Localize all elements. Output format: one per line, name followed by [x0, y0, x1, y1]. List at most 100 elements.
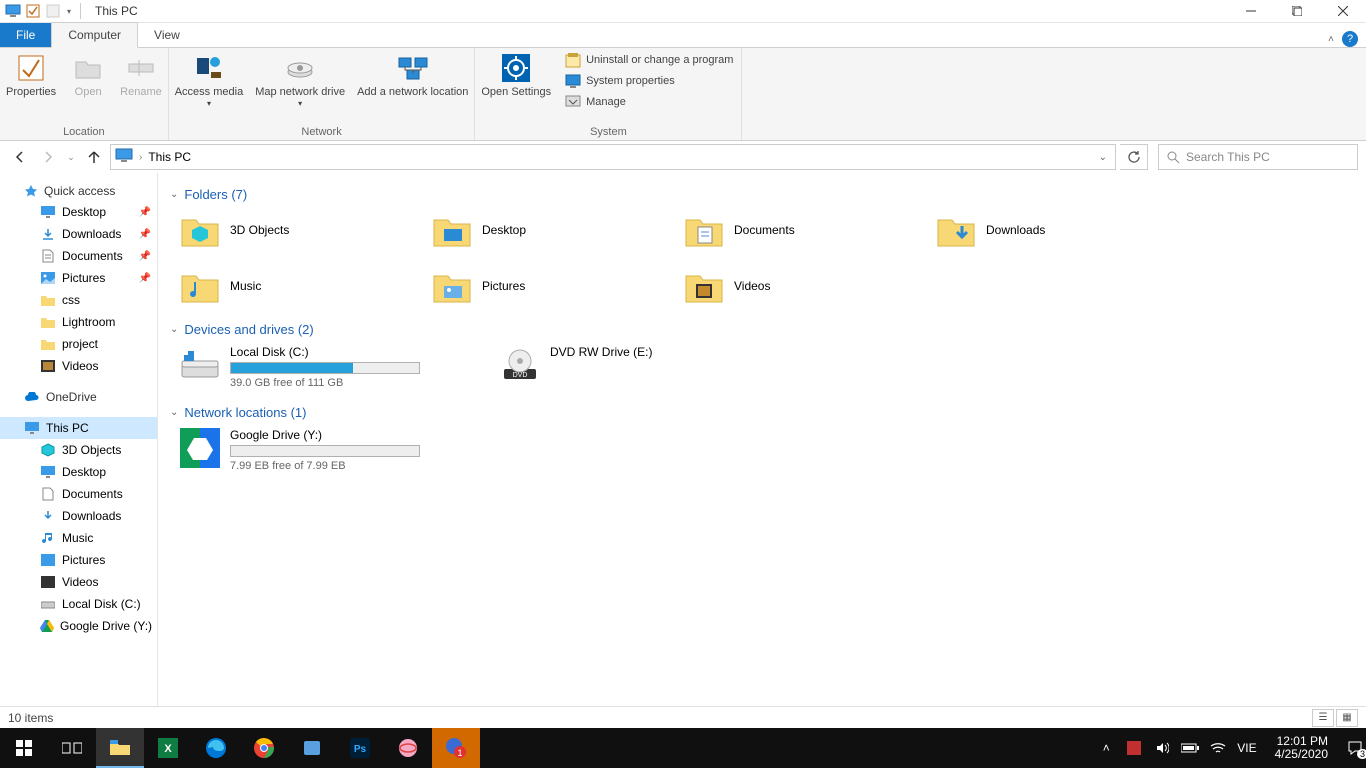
uninstall-button[interactable]: Uninstall or change a program [561, 50, 737, 70]
sidebar-item-onedrive[interactable]: OneDrive [0, 387, 157, 407]
ribbon-tabs: File Computer View ˄ ? [0, 23, 1366, 48]
folder-downloads[interactable]: Downloads [936, 210, 1188, 250]
folder-desktop[interactable]: Desktop [432, 210, 684, 250]
start-button[interactable] [0, 728, 48, 768]
properties-button[interactable]: Properties [0, 48, 62, 125]
sidebar-item-3d-objects[interactable]: 3D Objects [0, 439, 157, 461]
folder-documents[interactable]: Documents [684, 210, 936, 250]
system-properties-button[interactable]: System properties [561, 71, 737, 91]
folder-pictures[interactable]: Pictures [432, 266, 684, 306]
task-view-button[interactable] [48, 728, 96, 768]
tray-expand-icon[interactable]: ˄ [1097, 739, 1115, 757]
taskbar-excel[interactable]: X [144, 728, 192, 768]
ribbon-collapse-icon[interactable]: ˄ [1328, 34, 1334, 45]
add-network-location-button[interactable]: Add a network location [351, 48, 474, 125]
taskbar-photoshop[interactable]: Ps [336, 728, 384, 768]
address-dropdown-icon[interactable]: ⌄ [1095, 152, 1111, 163]
manage-button[interactable]: Manage [561, 92, 737, 112]
document-icon [40, 248, 56, 264]
tray-ime[interactable]: VIE [1237, 741, 1256, 755]
tray-battery-icon[interactable] [1181, 739, 1199, 757]
help-icon[interactable]: ? [1342, 31, 1358, 47]
document-icon [40, 486, 56, 502]
ribbon: Properties Open Rename Location Access m… [0, 48, 1366, 141]
breadcrumb[interactable]: This PC [148, 150, 191, 164]
drive-dvd[interactable]: DVD DVD RW Drive (E:) [500, 345, 750, 389]
drive-local-disk[interactable]: Local Disk (C:) 39.0 GB free of 111 GB [180, 345, 430, 389]
section-folders[interactable]: ⌄ Folders (7) [168, 181, 1356, 208]
taskbar-edge[interactable] [192, 728, 240, 768]
recent-locations-button[interactable]: ⌄ [64, 145, 78, 169]
access-media-button[interactable]: Access media▾ [169, 48, 249, 125]
drive-icon [40, 596, 56, 612]
sidebar[interactable]: Quick access Desktop📌 Downloads📌 Documen… [0, 173, 158, 706]
sidebar-item-quick-access[interactable]: Quick access [0, 181, 157, 201]
sidebar-item-local-disk[interactable]: Local Disk (C:) [0, 593, 157, 615]
drive-google-drive[interactable]: Google Drive (Y:) 7.99 EB free of 7.99 E… [180, 428, 430, 472]
view-details-button[interactable]: ☰ [1312, 709, 1334, 727]
sidebar-item-documents[interactable]: Documents📌 [0, 245, 157, 267]
tray-security-icon[interactable] [1125, 739, 1143, 757]
minimize-button[interactable] [1228, 0, 1274, 23]
taskbar-chrome[interactable] [240, 728, 288, 768]
sidebar-item-music[interactable]: Music [0, 527, 157, 549]
taskbar-explorer[interactable] [96, 728, 144, 768]
open-settings-button[interactable]: Open Settings [475, 48, 557, 125]
sidebar-item-documents-pc[interactable]: Documents [0, 483, 157, 505]
tab-view[interactable]: View [138, 23, 196, 47]
sidebar-item-desktop-pc[interactable]: Desktop [0, 461, 157, 483]
tab-computer[interactable]: Computer [51, 22, 138, 48]
sidebar-item-videos-pc[interactable]: Videos [0, 571, 157, 593]
folder-icon [40, 314, 56, 330]
taskbar-app-blue[interactable] [288, 728, 336, 768]
search-input[interactable]: Search This PC [1158, 144, 1358, 170]
section-network-locations[interactable]: ⌄ Network locations (1) [168, 399, 1356, 426]
view-tiles-button[interactable]: ▦ [1336, 709, 1358, 727]
taskbar-app-pink[interactable] [384, 728, 432, 768]
map-drive-button[interactable]: Map network drive▾ [249, 48, 351, 125]
star-icon [24, 184, 38, 198]
sidebar-item-css[interactable]: css [0, 289, 157, 311]
folder-icon [40, 336, 56, 352]
tray-wifi-icon[interactable] [1209, 739, 1227, 757]
taskbar-app-alert[interactable]: 1 [432, 728, 480, 768]
tray-clock[interactable]: 12:01 PM 4/25/2020 [1267, 735, 1336, 761]
pin-icon: 📌 [139, 251, 151, 262]
download-icon [40, 226, 56, 242]
nav-row: ⌄ › This PC ⌄ Search This PC [0, 141, 1366, 173]
sidebar-item-videos-qa[interactable]: Videos [0, 355, 157, 377]
close-button[interactable] [1320, 0, 1366, 23]
folder-music[interactable]: Music [180, 266, 432, 306]
qat-properties-icon[interactable] [24, 2, 42, 20]
address-bar[interactable]: › This PC ⌄ [110, 144, 1116, 170]
titlebar: ▾ This PC [0, 0, 1366, 23]
svg-text:DVD: DVD [513, 372, 528, 379]
sidebar-item-pictures[interactable]: Pictures📌 [0, 267, 157, 289]
svg-text:Ps: Ps [354, 744, 367, 755]
maximize-button[interactable] [1274, 0, 1320, 23]
folder-videos[interactable]: Videos [684, 266, 936, 306]
content-area[interactable]: ⌄ Folders (7) 3D Objects Desktop Documen… [158, 173, 1366, 706]
folder-3d-objects[interactable]: 3D Objects [180, 210, 432, 250]
sidebar-item-google-drive[interactable]: Google Drive (Y:) [0, 615, 157, 637]
section-devices[interactable]: ⌄ Devices and drives (2) [168, 316, 1356, 343]
sidebar-item-desktop[interactable]: Desktop📌 [0, 201, 157, 223]
qat-dropdown-icon[interactable]: ▾ [64, 2, 74, 20]
up-button[interactable] [82, 145, 106, 169]
statusbar: 10 items ☰ ▦ [0, 706, 1366, 728]
sidebar-item-project[interactable]: project [0, 333, 157, 355]
tray-action-center-icon[interactable]: 3 [1346, 739, 1364, 757]
refresh-button[interactable] [1120, 144, 1148, 170]
tray-volume-icon[interactable] [1153, 739, 1171, 757]
tab-file[interactable]: File [0, 23, 51, 47]
sidebar-item-pictures-pc[interactable]: Pictures [0, 549, 157, 571]
sidebar-item-this-pc[interactable]: This PC [0, 417, 157, 439]
sidebar-item-downloads-pc[interactable]: Downloads [0, 505, 157, 527]
sidebar-item-lightroom[interactable]: Lightroom [0, 311, 157, 333]
taskbar: X Ps 1 ˄ VIE 12:01 PM 4/25/2020 3 [0, 728, 1366, 768]
drive-usage-bar [230, 445, 420, 457]
forward-button[interactable] [36, 145, 60, 169]
drive-usage-bar [230, 362, 420, 374]
back-button[interactable] [8, 145, 32, 169]
sidebar-item-downloads[interactable]: Downloads📌 [0, 223, 157, 245]
